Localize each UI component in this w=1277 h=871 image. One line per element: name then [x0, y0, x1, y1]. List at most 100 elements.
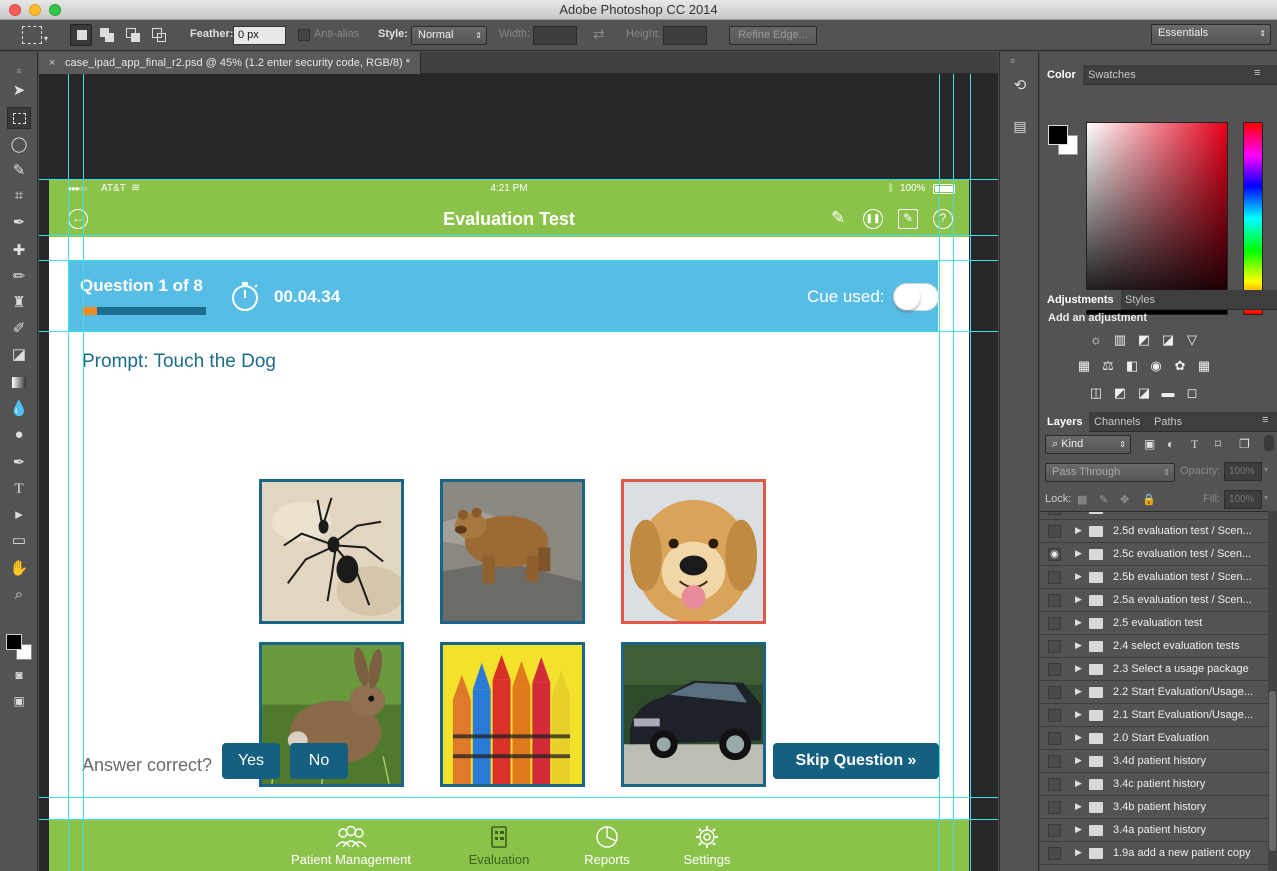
- layer-row[interactable]: ▶ 2.1 Start Evaluation/Usage...: [1040, 704, 1270, 727]
- eraser-tool-icon[interactable]: ◪: [7, 344, 31, 366]
- expand-triangle-icon[interactable]: ▶: [1075, 686, 1082, 697]
- rectangle-tool-icon[interactable]: ▭: [7, 530, 31, 552]
- tile-ant[interactable]: [259, 479, 404, 624]
- zoom-window-button[interactable]: [49, 4, 61, 16]
- zoom-tool-icon[interactable]: ⌕: [7, 584, 31, 606]
- visibility-toggle[interactable]: [1048, 686, 1061, 699]
- layers-scrollbar[interactable]: [1268, 511, 1277, 871]
- layer-row[interactable]: ▶ 3.4b patient history: [1040, 796, 1270, 819]
- panel-menu-icon[interactable]: ≡: [1262, 414, 1268, 426]
- dropdown-arrow-icon[interactable]: ▾: [1264, 493, 1268, 502]
- layer-row[interactable]: ▶ 2.5a evaluation test / Scen...: [1040, 589, 1270, 612]
- expand-triangle-icon[interactable]: ▶: [1075, 512, 1082, 513]
- visibility-toggle[interactable]: [1048, 663, 1061, 676]
- visibility-toggle[interactable]: [1048, 801, 1061, 814]
- filter-adjustment-icon[interactable]: ◐: [1167, 437, 1174, 451]
- hue-slider[interactable]: [1243, 122, 1263, 315]
- tab-evaluation[interactable]: Evaluation: [459, 820, 539, 871]
- layer-row[interactable]: ▶ 2.5b evaluation test / Scen...: [1040, 566, 1270, 589]
- move-tool-icon[interactable]: ➤: [7, 80, 31, 102]
- layer-row[interactable]: ▶ 3.4a patient history: [1040, 819, 1270, 842]
- posterize-icon[interactable]: ◩: [1112, 386, 1128, 400]
- quick-mask-icon[interactable]: ◙: [7, 664, 31, 686]
- visibility-toggle[interactable]: [1048, 512, 1061, 515]
- brush-tool-icon[interactable]: ✏: [7, 266, 31, 288]
- panel-menu-icon[interactable]: ≡: [1254, 67, 1260, 79]
- vibrance-icon[interactable]: ▽: [1184, 333, 1200, 347]
- expand-triangle-icon[interactable]: ▶: [1075, 755, 1082, 766]
- expand-triangle-icon[interactable]: ▶: [1075, 732, 1082, 743]
- visibility-toggle[interactable]: [1048, 640, 1061, 653]
- workspace-select[interactable]: Essentials ⇕: [1151, 24, 1271, 45]
- scrollbar-thumb[interactable]: [1269, 691, 1276, 851]
- visibility-toggle[interactable]: [1048, 847, 1061, 860]
- invert-icon[interactable]: ◫: [1088, 386, 1104, 400]
- visibility-toggle[interactable]: [1048, 732, 1061, 745]
- marquee-preset-icon[interactable]: [22, 26, 42, 44]
- close-tab-icon[interactable]: ×: [49, 52, 55, 74]
- preset-dropdown-arrow-icon[interactable]: ▾: [44, 34, 48, 43]
- expand-triangle-icon[interactable]: ▶: [1075, 847, 1082, 858]
- antialias-checkbox[interactable]: [298, 29, 310, 41]
- visibility-toggle[interactable]: [1048, 755, 1061, 768]
- filter-type-icon[interactable]: T: [1191, 437, 1198, 452]
- opacity-input[interactable]: 100%: [1224, 462, 1262, 481]
- document-canvas[interactable]: ●●●○○ AT&T ≋ 4:21 PM ᛒ 100% Evaluation T…: [39, 74, 998, 871]
- document-tab[interactable]: × case_ipad_app_final_r2.psd @ 45% (1.2 …: [39, 52, 422, 74]
- layer-row[interactable]: ▶ 2.5d evaluation test / Scen...: [1040, 520, 1270, 543]
- crop-tool-icon[interactable]: ⌗: [7, 185, 31, 207]
- visibility-toggle[interactable]: [1048, 525, 1061, 538]
- filter-toggle[interactable]: [1264, 435, 1274, 451]
- visibility-toggle[interactable]: [1048, 594, 1061, 607]
- notes-edit-icon[interactable]: ✎: [898, 209, 918, 229]
- expand-triangle-icon[interactable]: ▶: [1075, 778, 1082, 789]
- help-icon[interactable]: ?: [933, 209, 953, 229]
- layer-row[interactable]: ▶ 2.5 evaluation test: [1040, 612, 1270, 635]
- fill-input[interactable]: 100%: [1224, 490, 1262, 509]
- tile-bear[interactable]: [440, 479, 585, 624]
- tab-styles[interactable]: Styles: [1118, 290, 1162, 310]
- expand-triangle-icon[interactable]: ▶: [1075, 663, 1082, 674]
- type-tool-icon[interactable]: T: [7, 478, 31, 500]
- yes-button[interactable]: Yes: [222, 743, 280, 779]
- no-button[interactable]: No: [290, 743, 348, 779]
- layer-filter-select[interactable]: ⌕ Kind ⇕: [1045, 435, 1131, 454]
- hand-tool-icon[interactable]: ✋: [7, 558, 31, 580]
- expand-triangle-icon[interactable]: ▶: [1075, 617, 1082, 628]
- gradient-tool-icon[interactable]: [7, 372, 31, 394]
- brightness-icon[interactable]: ☼: [1088, 333, 1104, 347]
- curves-icon[interactable]: ◩: [1136, 333, 1152, 347]
- healing-brush-tool-icon[interactable]: ✚: [7, 240, 31, 262]
- blur-tool-icon[interactable]: 💧: [7, 398, 31, 420]
- cue-used-toggle[interactable]: [893, 283, 939, 311]
- tab-patient-management[interactable]: Patient Management: [279, 820, 423, 871]
- layer-row[interactable]: ▶ 1.9a add a new patient copy: [1040, 842, 1270, 865]
- back-icon[interactable]: ←: [68, 209, 88, 229]
- height-input[interactable]: [663, 26, 707, 45]
- rectangular-marquee-tool-icon[interactable]: [7, 107, 31, 129]
- tile-car[interactable]: [621, 642, 766, 787]
- expand-triangle-icon[interactable]: ▶: [1075, 525, 1082, 536]
- layer-row[interactable]: ▶ 2.4 select evaluation tests: [1040, 635, 1270, 658]
- close-window-button[interactable]: [9, 4, 21, 16]
- intersect-selection-icon[interactable]: [148, 24, 170, 46]
- skip-question-button[interactable]: Skip Question »: [773, 743, 939, 779]
- layer-row[interactable]: ◉ ▶ 2.5c evaluation test / Scen...: [1040, 543, 1270, 566]
- color-picker-field[interactable]: [1086, 122, 1228, 315]
- visibility-toggle[interactable]: [1048, 824, 1061, 837]
- color-balance-icon[interactable]: ⚖: [1100, 359, 1116, 373]
- visibility-toggle[interactable]: [1048, 571, 1061, 584]
- dropdown-arrow-icon[interactable]: ▾: [1264, 465, 1268, 474]
- subtract-from-selection-icon[interactable]: [122, 24, 144, 46]
- lock-position-icon[interactable]: ✥: [1120, 493, 1129, 506]
- expand-triangle-icon[interactable]: ▶: [1075, 640, 1082, 651]
- clone-stamp-tool-icon[interactable]: ♜: [7, 292, 31, 314]
- selective-color-icon[interactable]: ◻: [1184, 386, 1200, 400]
- tab-adjustments[interactable]: Adjustments: [1040, 290, 1121, 310]
- layer-row[interactable]: ▶ 2.3 Select a usage package: [1040, 658, 1270, 681]
- visibility-toggle[interactable]: [1048, 709, 1061, 722]
- history-brush-tool-icon[interactable]: ✐: [7, 318, 31, 340]
- expand-triangle-icon[interactable]: ▶: [1075, 571, 1082, 582]
- filter-shape-icon[interactable]: ⌑: [1215, 437, 1221, 451]
- refine-edge-button[interactable]: Refine Edge...: [729, 26, 817, 45]
